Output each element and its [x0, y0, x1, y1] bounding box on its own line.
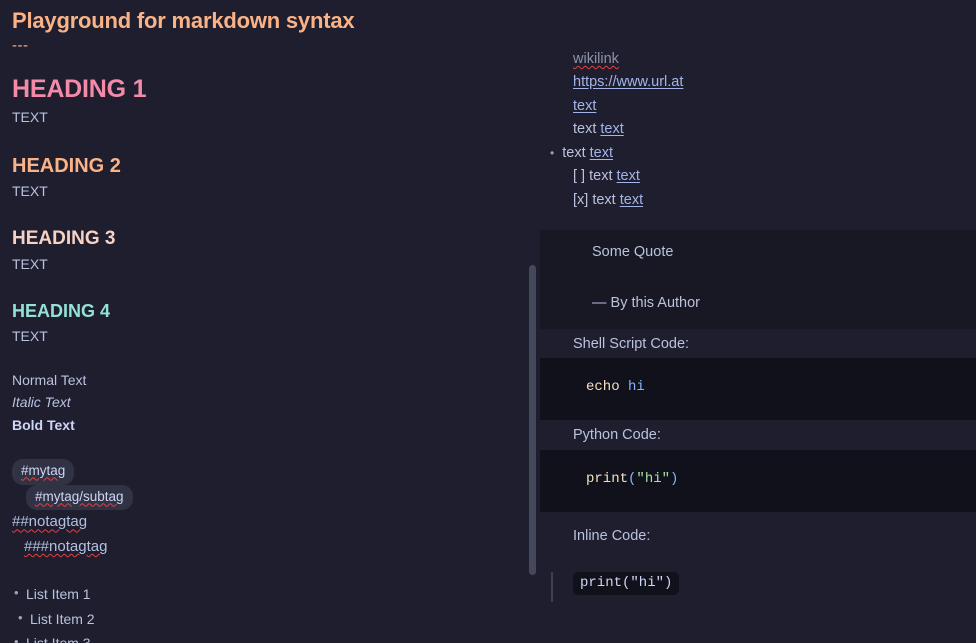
checkbox-checked-icon[interactable]: [x]: [573, 192, 588, 208]
left-pane-content: Playground for markdown syntax --- HEADI…: [0, 0, 540, 643]
heading-2: HEADING 2: [12, 155, 121, 178]
document-title: Playground for markdown syntax: [12, 8, 355, 33]
text-link[interactable]: text: [573, 98, 596, 114]
wikilink[interactable]: wikilink: [573, 51, 619, 67]
list-item-label: List Item 3: [26, 635, 91, 643]
tag-mytag[interactable]: #mytag: [12, 458, 75, 485]
text-link[interactable]: text: [600, 121, 623, 137]
normal-text: Normal Text: [12, 371, 87, 388]
tag-row: #mytag: [12, 458, 540, 485]
blockquote-text: Some Quote: [592, 244, 674, 261]
external-url-link[interactable]: https://www.url.at: [573, 74, 683, 90]
shell-code-label: Shell Script Code:: [573, 335, 690, 352]
bullet-icon: •: [18, 609, 23, 625]
tag-row: ###notagtag: [24, 535, 540, 560]
plain-text: text: [592, 191, 616, 208]
italic-text: Italic Text: [12, 394, 71, 411]
bullet-icon: •: [550, 145, 555, 160]
heading-3: HEADING 3: [12, 228, 116, 250]
list-item: • List Item 1: [12, 582, 540, 607]
task-done-line: [x] text text: [540, 189, 976, 212]
markdown-editor-window: Playground for markdown syntax --- HEADI…: [0, 0, 976, 643]
heading-3-body: TEXT: [12, 255, 48, 272]
list-item-label: List Item 1: [26, 586, 91, 603]
scrollbar-thumb[interactable]: [529, 265, 536, 575]
editor-pane-right[interactable]: wikilink https://www.url.at text text te…: [540, 0, 976, 643]
shell-command-token: echo: [586, 379, 620, 396]
list-item: • List Item 2: [12, 607, 540, 632]
text-link[interactable]: text: [620, 192, 643, 208]
bullet-icon: •: [14, 585, 19, 601]
python-close-paren: ): [670, 470, 679, 487]
python-code-label: Python Code:: [573, 427, 661, 444]
list-item-label: List Item 2: [30, 610, 95, 627]
code-line: echo hi: [540, 378, 976, 396]
tag-row: ##notagtag: [12, 510, 540, 535]
plain-text: text: [589, 168, 613, 185]
inline-code-row: print("hi"): [540, 572, 976, 606]
inline-code[interactable]: print("hi"): [573, 572, 680, 596]
heading-1-body: TEXT: [12, 109, 48, 126]
task-open-line: [ ] text text: [540, 165, 976, 188]
shell-code-block[interactable]: echo hi: [540, 358, 976, 421]
list-item: • List Item 3: [12, 631, 540, 643]
not-a-tag-triple-hash: ###notagtag: [24, 538, 108, 556]
text-link[interactable]: text: [617, 168, 640, 184]
tags-block: #mytag #mytag/subtag ##notagtag ###notag…: [12, 458, 540, 560]
plain-text: text: [573, 121, 597, 138]
indent-guide: [551, 572, 553, 603]
code-line: print("hi"): [540, 470, 976, 488]
shell-argument-token: hi: [628, 379, 645, 396]
text-plus-link-line: text text: [540, 118, 976, 141]
tag-mytag-subtag[interactable]: #mytag/subtag: [26, 484, 133, 511]
python-string-token: "hi": [636, 470, 671, 487]
python-code-block[interactable]: print("hi"): [540, 449, 976, 512]
heading-2-body: TEXT: [12, 183, 48, 200]
right-pane-content: wikilink https://www.url.at text text te…: [540, 0, 976, 606]
inline-code-label: Inline Code:: [573, 527, 651, 544]
heading-4: HEADING 4: [12, 300, 111, 321]
plain-text: text: [562, 144, 586, 161]
blockquote: Some Quote — By this Author: [540, 230, 976, 329]
tag-row: #mytag/subtag: [26, 484, 540, 511]
bullet-icon: •: [14, 634, 19, 643]
text-link-line: text: [540, 95, 976, 118]
heading-4-body: TEXT: [12, 327, 48, 344]
bullet-list: • List Item 1 • List Item 2 • List Item …: [12, 582, 540, 643]
blockquote-author: — By this Author: [592, 295, 700, 312]
bold-text: Bold Text: [12, 416, 75, 433]
checkbox-unchecked-icon[interactable]: [ ]: [573, 168, 585, 184]
scrollbar-track[interactable]: [528, 0, 538, 643]
not-a-tag-double-hash: ##notagtag: [12, 513, 88, 531]
python-function-token: print: [586, 470, 629, 487]
horizontal-rule-marker: ---: [12, 36, 29, 54]
editor-pane-left[interactable]: Playground for markdown syntax --- HEADI…: [0, 0, 540, 643]
heading-1: HEADING 1: [12, 75, 147, 104]
wikilink-line: wikilink: [540, 48, 976, 71]
text-link[interactable]: text: [590, 145, 613, 161]
bullet-link-line: • text text: [540, 142, 976, 165]
url-line: https://www.url.at: [540, 71, 976, 94]
